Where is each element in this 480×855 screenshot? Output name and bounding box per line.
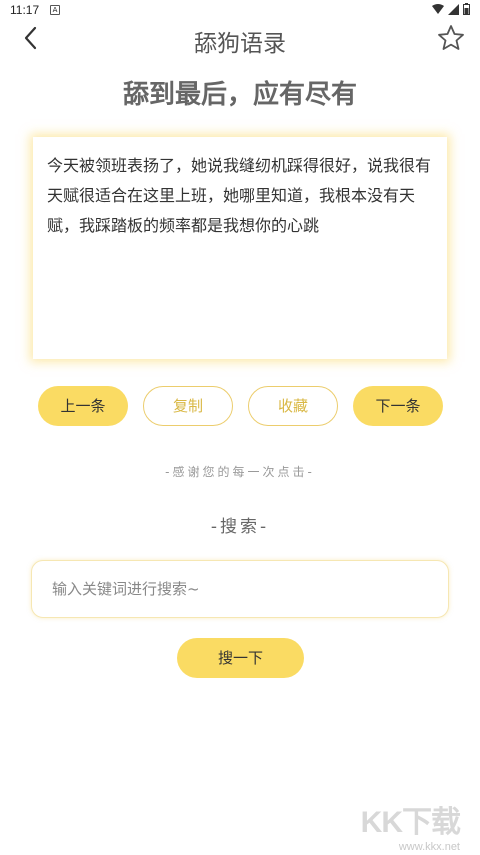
app-screen: 11:17 A 舔狗语录 舔到最后，应有尽有 今天被领班表扬了，她说我缝纫机踩得… bbox=[0, 0, 480, 855]
status-badge: A bbox=[50, 5, 60, 15]
action-buttons: 上一条 复制 收藏 下一条 bbox=[0, 386, 480, 426]
watermark-logo: KK下载 bbox=[360, 806, 461, 839]
signal-icon bbox=[448, 3, 459, 15]
slogan-heading: 舔到最后，应有尽有 bbox=[122, 80, 357, 110]
watermark: KK下载 www.kkx.net bbox=[350, 797, 461, 853]
search-button[interactable]: 搜一下 bbox=[177, 638, 304, 678]
battery-icon bbox=[463, 3, 470, 15]
prev-button[interactable]: 上一条 bbox=[38, 386, 128, 426]
status-time: 11:17 bbox=[10, 3, 40, 17]
page-title: 舔狗语录 bbox=[194, 31, 286, 57]
search-heading: -搜索- bbox=[210, 517, 270, 537]
status-bar: 11:17 A bbox=[0, 0, 480, 20]
quote-card: 今天被领班表扬了，她说我缝纫机踩得很好，说我很有天赋很适合在这里上班，她哪里知道… bbox=[33, 137, 447, 359]
status-icons bbox=[432, 3, 470, 15]
wifi-icon bbox=[432, 3, 444, 14]
next-button[interactable]: 下一条 bbox=[353, 386, 443, 426]
search-box bbox=[31, 560, 449, 618]
search-input[interactable] bbox=[32, 561, 448, 617]
favorite-button[interactable] bbox=[436, 23, 466, 53]
quote-text: 今天被领班表扬了，她说我缝纫机踩得很好，说我很有天赋很适合在这里上班，她哪里知道… bbox=[47, 156, 432, 235]
star-outline-icon bbox=[438, 25, 464, 50]
collect-button[interactable]: 收藏 bbox=[248, 386, 338, 426]
thanks-text: -感谢您的每一次点击- bbox=[165, 465, 315, 479]
copy-button[interactable]: 复制 bbox=[143, 386, 233, 426]
watermark-url: www.kkx.net bbox=[398, 841, 460, 853]
app-header: 舔狗语录 bbox=[0, 20, 480, 57]
